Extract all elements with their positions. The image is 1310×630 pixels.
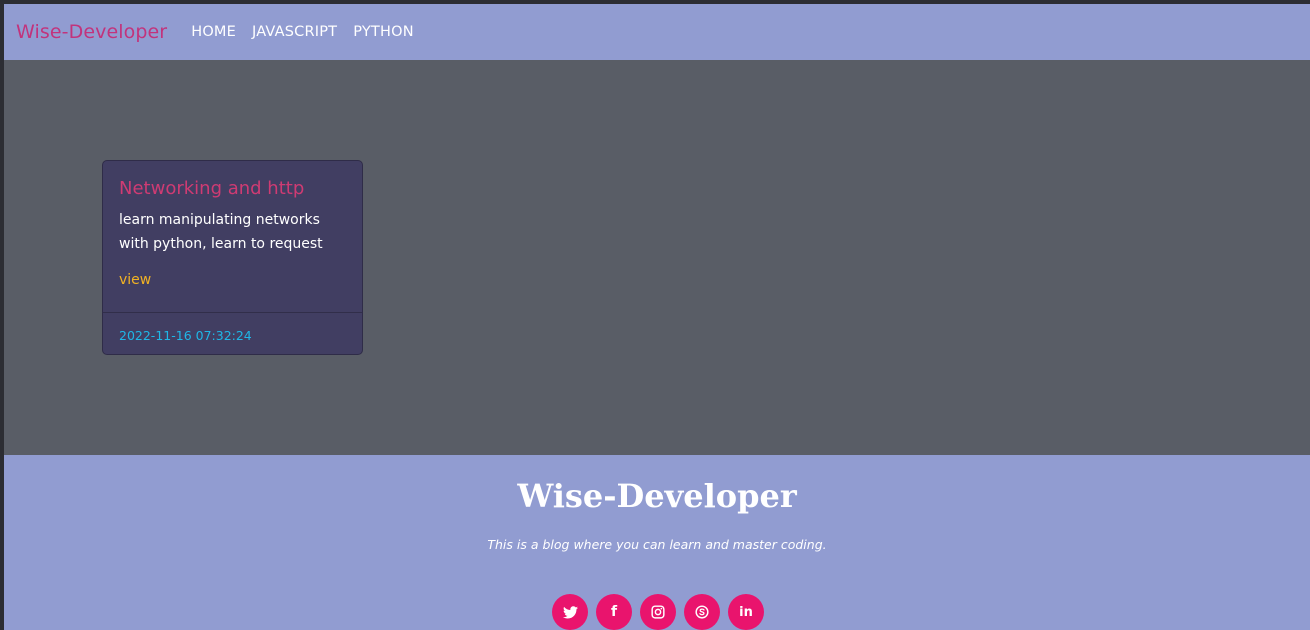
footer-tagline: This is a blog where you can learn and m…	[487, 537, 827, 552]
card-footer: 2022-11-16 07:32:24	[103, 312, 362, 354]
nav-link-home[interactable]: HOME	[191, 24, 236, 40]
main-content: Networking and http learn manipulating n…	[4, 60, 1310, 455]
skype-icon	[695, 605, 709, 619]
twitter-button[interactable]	[552, 594, 588, 630]
post-card: Networking and http learn manipulating n…	[102, 160, 363, 355]
brand-link[interactable]: Wise-Developer	[16, 21, 167, 43]
card-text: learn manipulating networks with python,…	[119, 212, 323, 252]
view-link[interactable]: view	[119, 272, 151, 288]
instagram-button[interactable]	[640, 594, 676, 630]
linkedin-button[interactable]: in	[728, 594, 764, 630]
nav-link-javascript[interactable]: JAVASCRIPT	[252, 24, 337, 40]
nav-links: HOME JAVASCRIPT PYTHON	[191, 24, 430, 40]
card-date: 2022-11-16 07:32:24	[119, 328, 252, 343]
facebook-button[interactable]: f	[596, 594, 632, 630]
facebook-icon: f	[610, 604, 618, 620]
card-body: Networking and http learn manipulating n…	[103, 161, 362, 288]
footer: Wise-Developer This is a blog where you …	[4, 455, 1310, 630]
page: Wise-Developer HOME JAVASCRIPT PYTHON Ne…	[4, 4, 1310, 630]
card-title: Networking and http	[119, 178, 305, 199]
navbar: Wise-Developer HOME JAVASCRIPT PYTHON	[4, 4, 1310, 60]
instagram-icon	[651, 605, 665, 619]
social-links: f in	[552, 594, 772, 630]
skype-button[interactable]	[684, 594, 720, 630]
nav-link-python[interactable]: PYTHON	[353, 24, 414, 40]
linkedin-icon: in	[739, 604, 753, 620]
twitter-icon	[562, 605, 578, 619]
footer-title: Wise-Developer	[517, 477, 797, 515]
